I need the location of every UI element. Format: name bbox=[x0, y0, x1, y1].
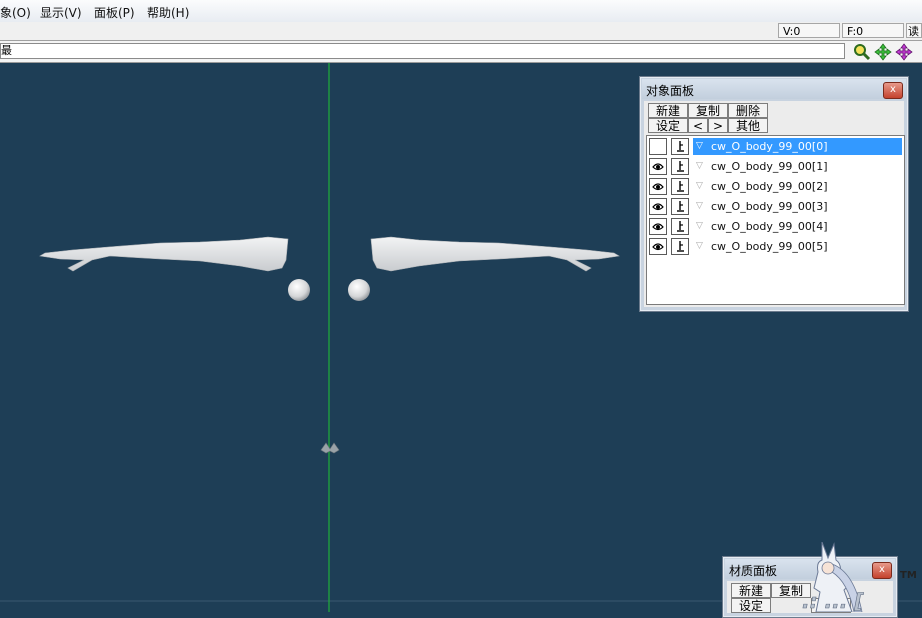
lock-icon[interactable] bbox=[671, 238, 689, 255]
object-name-cell[interactable]: ▽ cw_O_body_99_00[2] bbox=[693, 178, 902, 195]
material-panel-title: 材质面板 bbox=[729, 564, 778, 578]
visibility-toggle[interactable] bbox=[649, 138, 667, 155]
object-panel-title: 对象面板 bbox=[646, 84, 695, 98]
object-name: cw_O_body_99_00[2] bbox=[711, 180, 828, 193]
lock-icon[interactable] bbox=[671, 218, 689, 235]
center-mesh bbox=[320, 442, 340, 454]
menu-panel[interactable]: 面板(P) bbox=[94, 4, 135, 21]
eye-icon[interactable] bbox=[649, 198, 667, 215]
status-extra: 读 bbox=[906, 23, 922, 38]
object-name-cell[interactable]: ▽ cw_O_body_99_00[1] bbox=[693, 158, 902, 175]
object-row[interactable]: ▽ cw_O_body_99_00[2] bbox=[649, 178, 902, 196]
object-list[interactable]: ▽ cw_O_body_99_00[0] ▽ cw_O_body_99_00[1] ▽ c… bbox=[646, 135, 905, 305]
expand-triangle-icon[interactable]: ▽ bbox=[696, 159, 703, 174]
watermark-tm: TM bbox=[900, 570, 917, 581]
eye-icon[interactable] bbox=[649, 218, 667, 235]
next-object-button[interactable]: > bbox=[708, 118, 728, 133]
menu-bar: 象(O) 显示(V) 面板(P) 帮助(H) bbox=[0, 0, 922, 23]
object-name-cell[interactable]: ▽ cw_O_body_99_00[0] bbox=[693, 138, 902, 155]
object-row[interactable]: ▽ cw_O_body_99_00[0] bbox=[649, 138, 902, 156]
object-row[interactable]: ▽ cw_O_body_99_00[5] bbox=[649, 238, 902, 256]
object-name-cell[interactable]: ▽ cw_O_body_99_00[4] bbox=[693, 218, 902, 235]
object-name-cell[interactable]: ▽ cw_O_body_99_00[5] bbox=[693, 238, 902, 255]
toolbar: 最 bbox=[0, 41, 922, 63]
lock-icon[interactable] bbox=[671, 198, 689, 215]
object-name: cw_O_body_99_00[1] bbox=[711, 160, 828, 173]
new-object-button[interactable]: 新建 bbox=[648, 103, 688, 118]
close-icon[interactable]: x bbox=[883, 82, 903, 99]
object-other-button[interactable]: 其他 bbox=[728, 118, 768, 133]
face-count: F:0 bbox=[842, 23, 904, 38]
object-name: cw_O_body_99_00[3] bbox=[711, 200, 828, 213]
move-icon[interactable] bbox=[874, 43, 892, 61]
right-sphere-mesh bbox=[348, 279, 370, 301]
toolbar-input[interactable]: 最 bbox=[0, 43, 845, 59]
status-bar: V:0 F:0 读 bbox=[0, 22, 922, 41]
lock-icon[interactable] bbox=[671, 178, 689, 195]
object-settings-button[interactable]: 设定 bbox=[648, 118, 688, 133]
object-name: cw_O_body_99_00[5] bbox=[711, 240, 828, 253]
object-name: cw_O_body_99_00[0] bbox=[711, 140, 828, 153]
left-sphere-mesh bbox=[288, 279, 310, 301]
mascot-watermark-image: .: ... [ bbox=[802, 542, 865, 612]
object-panel: 对象面板 x 新建 复制 删除 设定 < > 其他 ▽ cw_O_body_99_… bbox=[639, 76, 909, 312]
menu-view[interactable]: 显示(V) bbox=[40, 4, 82, 21]
object-name: cw_O_body_99_00[4] bbox=[711, 220, 828, 233]
expand-triangle-icon[interactable]: ▽ bbox=[696, 139, 703, 154]
expand-triangle-icon[interactable]: ▽ bbox=[696, 199, 703, 214]
left-arm-mesh bbox=[39, 236, 289, 272]
eye-icon[interactable] bbox=[649, 158, 667, 175]
expand-triangle-icon[interactable]: ▽ bbox=[696, 179, 703, 194]
prev-object-button[interactable]: < bbox=[688, 118, 708, 133]
copy-object-button[interactable]: 复制 bbox=[688, 103, 728, 118]
svg-text:.: ... [: .: ... [ bbox=[802, 589, 864, 612]
object-row[interactable]: ▽ cw_O_body_99_00[1] bbox=[649, 158, 902, 176]
new-material-button[interactable]: 新建 bbox=[731, 583, 771, 598]
eye-icon[interactable] bbox=[649, 238, 667, 255]
lock-icon[interactable] bbox=[671, 158, 689, 175]
zoom-icon[interactable] bbox=[853, 43, 871, 61]
object-name-cell[interactable]: ▽ cw_O_body_99_00[3] bbox=[693, 198, 902, 215]
lock-icon[interactable] bbox=[671, 138, 689, 155]
delete-object-button[interactable]: 删除 bbox=[728, 103, 768, 118]
object-row[interactable]: ▽ cw_O_body_99_00[3] bbox=[649, 198, 902, 216]
menu-help[interactable]: 帮助(H) bbox=[147, 4, 189, 21]
expand-triangle-icon[interactable]: ▽ bbox=[696, 219, 703, 234]
object-row[interactable]: ▽ cw_O_body_99_00[4] bbox=[649, 218, 902, 236]
object-panel-body: 新建 复制 删除 设定 < > 其他 ▽ cw_O_body_99_00[0] ▽ c… bbox=[644, 101, 905, 307]
right-arm-mesh bbox=[370, 236, 620, 272]
eye-icon[interactable] bbox=[649, 178, 667, 195]
menu-object[interactable]: 象(O) bbox=[0, 4, 31, 21]
object-panel-titlebar[interactable]: 对象面板 x bbox=[642, 79, 906, 99]
material-settings-button[interactable]: 设定 bbox=[731, 598, 771, 613]
expand-triangle-icon[interactable]: ▽ bbox=[696, 239, 703, 254]
vertex-count: V:0 bbox=[778, 23, 840, 38]
rotate-icon[interactable] bbox=[895, 43, 913, 61]
